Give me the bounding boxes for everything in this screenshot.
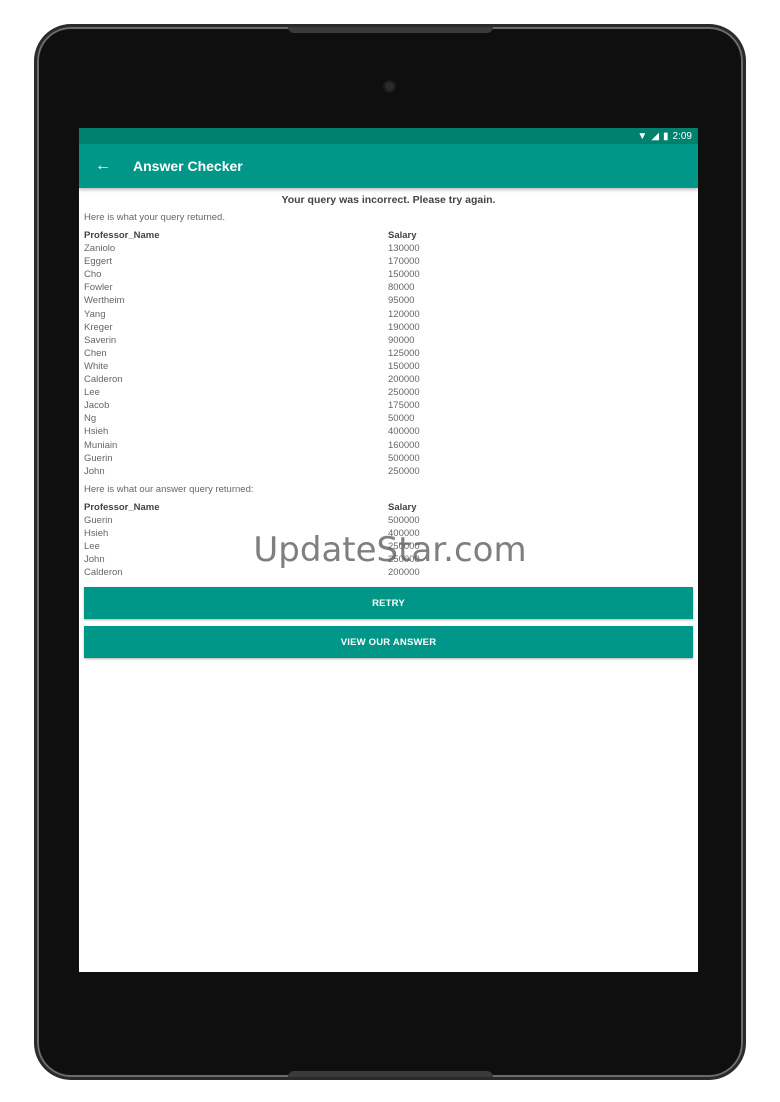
table-row: Zaniolo 130000	[84, 242, 693, 255]
table-row: Calderon 200000	[84, 566, 693, 579]
cell-salary: 250000	[388, 465, 420, 477]
retry-button[interactable]: RETRY	[84, 587, 693, 620]
cell-salary: 400000	[388, 426, 420, 438]
cell-professor-name: Saverin	[84, 334, 117, 346]
table-row: Hsieh 400000	[84, 527, 693, 540]
app-title: Answer Checker	[133, 158, 243, 174]
cell-salary: 130000	[388, 243, 420, 255]
cell-professor-name: Guerin	[84, 452, 113, 464]
cell-professor-name: Calderon	[84, 374, 123, 386]
cell-professor-name: Calderon	[84, 567, 123, 579]
table-row: John 250000	[84, 465, 693, 478]
cell-salary: 250000	[388, 387, 420, 399]
tablet-bottom-bezel-notch	[288, 1071, 493, 1077]
table-row: Hsieh 400000	[84, 425, 693, 438]
cell-salary: 95000	[388, 295, 415, 307]
cell-salary: 160000	[388, 439, 420, 451]
column-header-name: Professor_Name	[84, 501, 160, 513]
cell-professor-name: Eggert	[84, 256, 112, 268]
cell-professor-name: Muniain	[84, 439, 118, 451]
table-row: Guerin 500000	[84, 452, 693, 465]
table-row: Saverin 90000	[84, 334, 693, 347]
cell-salary: 90000	[388, 334, 415, 346]
front-camera	[385, 82, 394, 91]
table-row: Fowler 80000	[84, 281, 693, 294]
result-message: Your query was incorrect. Please try aga…	[281, 194, 496, 206]
table-row: Wertheim 95000	[84, 294, 693, 307]
cell-professor-name: Fowler	[84, 282, 113, 294]
wifi-icon: ▼	[637, 130, 648, 142]
cell-salary: 250000	[388, 554, 420, 566]
cell-professor-name: Lee	[84, 541, 100, 553]
view-answer-button[interactable]: VIEW OUR ANSWER	[84, 626, 693, 659]
cell-professor-name: Hsieh	[84, 426, 109, 438]
column-header-salary: Salary	[388, 501, 417, 513]
cell-salary: 400000	[388, 527, 420, 539]
table-row: John 250000	[84, 553, 693, 566]
cell-salary: 125000	[388, 347, 420, 359]
cell-professor-name: Chen	[84, 347, 107, 359]
table-row: Calderon 200000	[84, 373, 693, 386]
cell-salary: 150000	[388, 360, 420, 372]
your-result-table: Professor_Name Salary Zaniolo 130000 Egger…	[84, 229, 693, 478]
back-button[interactable]: ←	[79, 144, 127, 188]
cell-professor-name: Kreger	[84, 321, 113, 333]
content: Your query was incorrect. Please try aga…	[79, 188, 698, 659]
cell-salary: 120000	[388, 308, 420, 320]
cell-professor-name: Yang	[84, 308, 106, 320]
cell-professor-name: John	[84, 554, 105, 566]
cell-professor-name: Lee	[84, 387, 100, 399]
column-header-name: Professor_Name	[84, 230, 160, 241]
our-result-label: Here is what our answer query returned:	[84, 483, 254, 495]
table-row: Guerin 500000	[84, 514, 693, 527]
table-row: Ng 50000	[84, 412, 693, 425]
status-bar: ▼ ◢ ▮ 2:09	[79, 128, 698, 144]
cell-salary: 200000	[388, 374, 420, 386]
table-row: Muniain 160000	[84, 439, 693, 452]
table-row: Cho 150000	[84, 268, 693, 281]
cell-salary: 175000	[388, 400, 420, 412]
our-result-table: Professor_Name Salary Guerin 500000 Hsieh 4…	[84, 501, 693, 580]
cell-professor-name: Cho	[84, 269, 102, 281]
cell-salary: 80000	[388, 282, 415, 294]
cell-salary: 170000	[388, 256, 420, 268]
cell-salary: 150000	[388, 269, 420, 281]
cell-salary: 500000	[388, 514, 420, 526]
your-result-label: Here is what your query returned.	[84, 212, 225, 223]
signal-icon: ◢	[651, 130, 660, 142]
table-row: Kreger 190000	[84, 321, 693, 334]
cell-salary: 250000	[388, 541, 420, 553]
column-header-salary: Salary	[388, 230, 417, 241]
cell-professor-name: Wertheim	[84, 295, 125, 307]
table-row: Chen 125000	[84, 347, 693, 360]
table-row: Lee 250000	[84, 386, 693, 399]
table-row: Lee 250000	[84, 540, 693, 553]
cell-professor-name: Jacob	[84, 400, 110, 412]
cell-professor-name: Guerin	[84, 514, 113, 526]
cell-professor-name: Hsieh	[84, 527, 109, 539]
arrow-left-icon: ←	[95, 157, 111, 174]
table-row: Yang 120000	[84, 308, 693, 321]
status-time: 2:09	[672, 130, 692, 142]
app-bar: ← Answer Checker	[79, 144, 698, 188]
tablet-top-bezel-notch	[288, 27, 493, 33]
cell-professor-name: Ng	[84, 413, 97, 425]
cell-salary: 50000	[388, 413, 415, 425]
table-row: Jacob 175000	[84, 399, 693, 412]
table-header: Professor_Name Salary	[84, 501, 693, 514]
cell-professor-name: White	[84, 360, 109, 372]
app-screen: ▼ ◢ ▮ 2:09 ← Answer Checker Your query w…	[79, 128, 698, 972]
battery-icon: ▮	[663, 130, 669, 142]
table-row: Eggert 170000	[84, 255, 693, 268]
cell-professor-name: Zaniolo	[84, 243, 116, 255]
cell-professor-name: John	[84, 465, 105, 477]
cell-salary: 190000	[388, 321, 420, 333]
table-header: Professor_Name Salary	[84, 229, 693, 242]
cell-salary: 500000	[388, 452, 420, 464]
table-row: White 150000	[84, 360, 693, 373]
cell-salary: 200000	[388, 567, 420, 579]
